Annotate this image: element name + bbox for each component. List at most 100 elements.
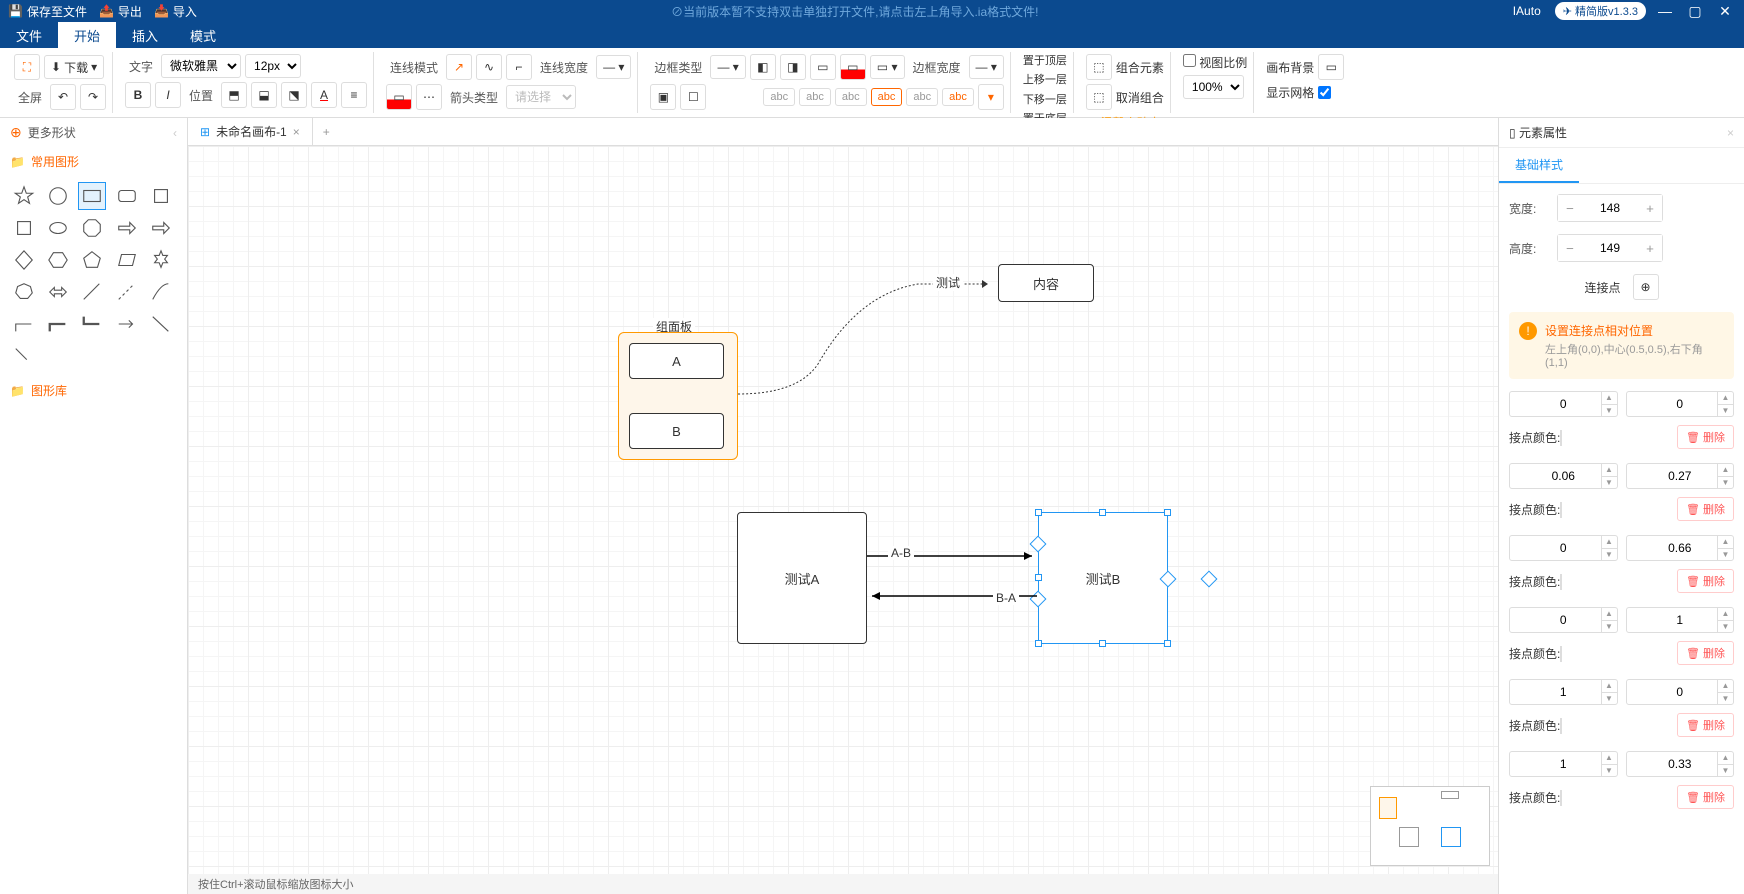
testa-node[interactable]: 测试A	[737, 512, 867, 644]
shape-elbow1[interactable]	[10, 310, 38, 338]
shape-elbow2[interactable]	[44, 310, 72, 338]
cp-y-input[interactable]: ▲▼	[1626, 751, 1735, 777]
cp-y-input[interactable]: ▲▼	[1626, 607, 1735, 633]
save-to-file-button[interactable]: 💾 保存至文件	[8, 3, 87, 20]
maximize-button[interactable]: ▢	[1684, 3, 1706, 20]
shape-line1[interactable]	[78, 278, 106, 306]
shape-arrow[interactable]	[113, 214, 141, 242]
line-color-button[interactable]: ▭	[386, 84, 412, 110]
layer-up-button[interactable]: 上移一层	[1023, 73, 1067, 88]
add-connect-point-button[interactable]: ⊕	[1633, 274, 1659, 300]
shape-parallel[interactable]	[113, 246, 141, 274]
minimap[interactable]	[1370, 786, 1490, 866]
group-panel-node[interactable]: A B	[618, 332, 738, 460]
font-select[interactable]: 微软雅黑	[161, 54, 241, 78]
border-color-button[interactable]: ▭	[840, 54, 866, 80]
font-color-button[interactable]: A	[311, 82, 337, 108]
delete-point-button[interactable]: 🗑 删除	[1677, 785, 1734, 809]
color-swatch[interactable]	[1560, 430, 1562, 446]
shape-diamond[interactable]	[10, 246, 38, 274]
cp-x-input[interactable]: ▲▼	[1509, 679, 1618, 705]
shadow3-button[interactable]: ▭	[810, 54, 836, 80]
shape-line3[interactable]	[10, 342, 38, 370]
import-button[interactable]: 📥 导入	[154, 3, 197, 20]
shape-arrow2[interactable]	[147, 214, 175, 242]
common-shapes-section[interactable]: 📁 常用图形	[0, 147, 187, 176]
cp-y-input[interactable]: ▲▼	[1626, 535, 1735, 561]
show-grid-checkbox[interactable]	[1318, 86, 1331, 99]
ungroup-icon[interactable]: ⬚	[1086, 84, 1112, 110]
canvas-area[interactable]: 组面板 A B 内容 测试 测试A 测试B	[188, 146, 1498, 874]
shape-hexagon[interactable]	[44, 246, 72, 274]
abc2-button[interactable]: abc	[799, 88, 831, 106]
redo-button[interactable]: ↷	[80, 84, 106, 110]
align-bot-button[interactable]: ⬔	[281, 82, 307, 108]
cp-y-input[interactable]: ▲▼	[1626, 391, 1735, 417]
delete-point-button[interactable]: 🗑 删除	[1677, 569, 1734, 593]
node-b[interactable]: B	[629, 413, 724, 449]
expand-icon[interactable]: ⛶	[14, 54, 40, 80]
shape-star[interactable]	[10, 182, 38, 210]
shape-rect[interactable]	[78, 182, 106, 210]
tab-base-style[interactable]: 基础样式	[1499, 148, 1579, 183]
cp-x-input[interactable]: ▲▼	[1509, 751, 1618, 777]
download-button[interactable]: ⬇ 下载 ▾	[44, 55, 104, 79]
cp-x-input[interactable]: ▲▼	[1509, 463, 1618, 489]
menu-insert[interactable]: 插入	[116, 22, 174, 48]
border-custom-button[interactable]: ▭ ▾	[870, 55, 905, 79]
cp-x-input[interactable]: ▲▼	[1509, 607, 1618, 633]
color-swatch[interactable]	[1560, 574, 1562, 590]
shadow2-button[interactable]: ◨	[780, 54, 806, 80]
align-mid-button[interactable]: ⬓	[251, 82, 277, 108]
abc6-button[interactable]: abc	[942, 88, 974, 106]
arrow-select[interactable]: 请选择	[506, 85, 576, 109]
delete-point-button[interactable]: 🗑 删除	[1677, 713, 1734, 737]
cp-x-input[interactable]: ▲▼	[1509, 391, 1618, 417]
layer-top-button[interactable]: 置于顶层	[1023, 54, 1067, 69]
menu-file[interactable]: 文件	[0, 22, 58, 48]
tab-close-button[interactable]: ×	[293, 125, 300, 139]
node-a[interactable]: A	[629, 343, 724, 379]
layer-down-button[interactable]: 下移一层	[1023, 93, 1067, 108]
shape-darrow[interactable]	[44, 278, 72, 306]
line-width-select[interactable]: — ▾	[596, 55, 631, 79]
abc3-button[interactable]: abc	[835, 88, 867, 106]
properties-close-button[interactable]: ×	[1727, 126, 1734, 140]
width-input[interactable]: −+	[1557, 194, 1663, 222]
shape-heptagon[interactable]	[10, 278, 38, 306]
shape-sq2[interactable]	[10, 214, 38, 242]
group-button[interactable]: 组合元素	[1116, 59, 1164, 76]
align-button[interactable]: ≡	[341, 82, 367, 108]
italic-button[interactable]: I	[155, 82, 181, 108]
color-swatch[interactable]	[1560, 718, 1562, 734]
more-shapes-button[interactable]: ⊕ 更多形状 ‹	[0, 118, 187, 147]
tab-add-button[interactable]: +	[313, 125, 340, 139]
delete-point-button[interactable]: 🗑 删除	[1677, 425, 1734, 449]
shape-ellipse[interactable]	[44, 214, 72, 242]
shadow1-button[interactable]: ◧	[750, 54, 776, 80]
fontsize-select[interactable]: 12px	[245, 54, 301, 78]
export-button[interactable]: 📤 导出	[99, 3, 142, 20]
cp-y-input[interactable]: ▲▼	[1626, 463, 1735, 489]
height-input[interactable]: −+	[1557, 234, 1663, 262]
bold-button[interactable]: B	[125, 82, 151, 108]
align-top-button[interactable]: ⬒	[221, 82, 247, 108]
color-swatch[interactable]	[1560, 502, 1562, 518]
undo-button[interactable]: ↶	[50, 84, 76, 110]
ungroup-button[interactable]: 取消组合	[1116, 89, 1164, 106]
delete-point-button[interactable]: 🗑 删除	[1677, 641, 1734, 665]
shape-curve[interactable]	[147, 278, 175, 306]
testb-node[interactable]: 测试B	[1038, 512, 1168, 644]
menu-mode[interactable]: 模式	[174, 22, 232, 48]
shape-square[interactable]	[147, 182, 175, 210]
gallery-section[interactable]: 📁 图形库	[0, 376, 187, 405]
minimize-button[interactable]: —	[1654, 3, 1676, 19]
shape-star6[interactable]	[147, 246, 175, 274]
shape-circle[interactable]	[44, 182, 72, 210]
abc5-button[interactable]: abc	[906, 88, 938, 106]
border-width-select[interactable]: — ▾	[969, 55, 1004, 79]
view-scale-checkbox[interactable]: 视图比例	[1183, 54, 1247, 71]
close-button[interactable]: ✕	[1714, 3, 1736, 20]
group-icon[interactable]: ⬚	[1086, 54, 1112, 80]
shape-roundrect[interactable]	[113, 182, 141, 210]
